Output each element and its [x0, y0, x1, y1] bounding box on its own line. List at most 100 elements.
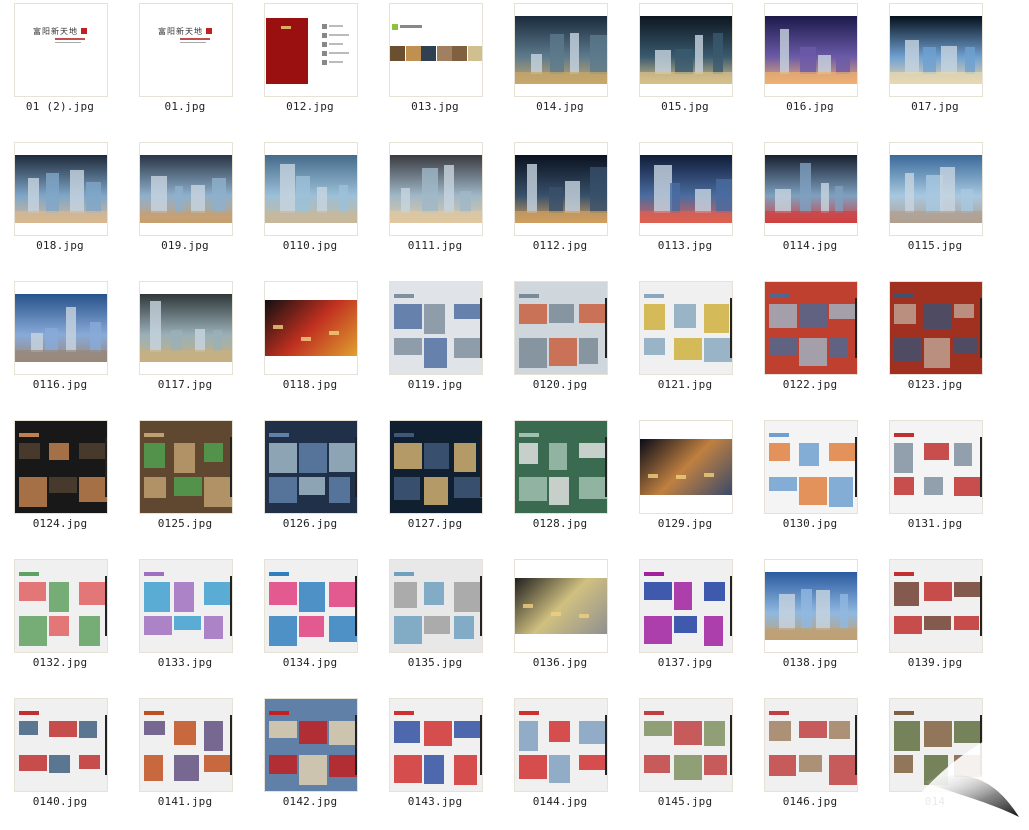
file-name-label: 017.jpg [911, 100, 959, 113]
file-item[interactable]: 0137.jpg [625, 556, 745, 691]
file-item[interactable]: 015.jpg [625, 0, 745, 135]
file-item[interactable]: 019.jpg [125, 139, 245, 274]
thumbnail-frame [764, 420, 858, 514]
thumbnail-frame [389, 698, 483, 792]
file-item[interactable]: 0144.jpg [500, 695, 620, 830]
file-item[interactable]: 0125.jpg [125, 417, 245, 552]
file-name-label: 0117.jpg [157, 378, 213, 391]
thumbnail-image [15, 294, 107, 362]
file-name-label: 01 (2).jpg [25, 100, 95, 113]
file-item[interactable]: 0116.jpg [0, 278, 120, 413]
file-item[interactable]: 0134.jpg [250, 556, 370, 691]
file-item[interactable]: 0113.jpg [625, 139, 745, 274]
thumbnail-image [765, 572, 857, 640]
file-item[interactable]: 0122.jpg [750, 278, 870, 413]
file-item[interactable]: 016.jpg [750, 0, 870, 135]
file-item[interactable]: 0130.jpg [750, 417, 870, 552]
file-item[interactable]: 017.jpg [875, 0, 995, 135]
thumbnail-frame [889, 281, 983, 375]
thumbnail-frame [139, 420, 233, 514]
thumbnail-image [515, 699, 607, 791]
file-item[interactable]: 0135.jpg [375, 556, 495, 691]
thumbnail-image [265, 699, 357, 791]
file-item[interactable]: 0138.jpg [750, 556, 870, 691]
thumbnail-frame [639, 420, 733, 514]
thumbnail-frame [139, 281, 233, 375]
thumbnail-image [15, 560, 107, 652]
file-item[interactable]: 0142.jpg [250, 695, 370, 830]
thumbnail-image [765, 282, 857, 374]
thumbnail-image [140, 294, 232, 362]
thumbnail-frame [139, 142, 233, 236]
file-item[interactable]: 0110.jpg [250, 139, 370, 274]
file-item[interactable]: 0123.jpg [875, 278, 995, 413]
thumbnail-frame [264, 142, 358, 236]
file-name-label: 0126.jpg [282, 517, 338, 530]
file-item[interactable]: 0124.jpg [0, 417, 120, 552]
file-item[interactable]: 0146.jpg [750, 695, 870, 830]
file-item[interactable]: 0120.jpg [500, 278, 620, 413]
thumbnail-image [265, 282, 357, 374]
file-item[interactable]: 013.jpg [375, 0, 495, 135]
thumbnail-image [640, 560, 732, 652]
file-item[interactable]: 0141.jpg [125, 695, 245, 830]
file-item[interactable]: 0114.jpg [750, 139, 870, 274]
file-item[interactable]: 018.jpg [0, 139, 120, 274]
file-item[interactable]: 0112.jpg [500, 139, 620, 274]
file-item[interactable]: 0127.jpg [375, 417, 495, 552]
thumbnail-frame [639, 281, 733, 375]
file-item[interactable]: 0132.jpg [0, 556, 120, 691]
thumbnail-frame [14, 698, 108, 792]
file-item[interactable]: 0126.jpg [250, 417, 370, 552]
file-item[interactable]: 0111.jpg [375, 139, 495, 274]
thumbnail-image [765, 699, 857, 791]
file-name-label: 019.jpg [161, 239, 209, 252]
cover-title: 富阳新天地 [158, 27, 203, 36]
file-item[interactable]: 0145.jpg [625, 695, 745, 830]
file-item[interactable]: 0118.jpg [250, 278, 370, 413]
thumbnail-image [640, 16, 732, 84]
file-name-label: 0121.jpg [657, 378, 713, 391]
thumbnail-image [390, 421, 482, 513]
file-name-label: 0145.jpg [657, 795, 713, 808]
file-item[interactable]: 0136.jpg [500, 556, 620, 691]
file-item[interactable]: 0139.jpg [875, 556, 995, 691]
file-item[interactable]: 0115.jpg [875, 139, 995, 274]
file-name-label: 0142.jpg [282, 795, 338, 808]
file-item[interactable]: 0129.jpg [625, 417, 745, 552]
thumbnail-frame [764, 559, 858, 653]
file-name-label: 0137.jpg [657, 656, 713, 669]
thumbnail-frame [889, 3, 983, 97]
file-name-label: 012.jpg [286, 100, 334, 113]
file-item[interactable]: 014 [875, 695, 995, 830]
file-name-label: 0128.jpg [532, 517, 588, 530]
thumbnail-frame [764, 698, 858, 792]
thumbnail-image [890, 282, 982, 374]
file-item[interactable]: 014.jpg [500, 0, 620, 135]
thumbnail-frame [764, 142, 858, 236]
file-item[interactable]: 0128.jpg [500, 417, 620, 552]
thumbnail-image [140, 699, 232, 791]
file-item[interactable]: 0131.jpg [875, 417, 995, 552]
file-item[interactable]: 0121.jpg [625, 278, 745, 413]
thumbnail-frame [514, 698, 608, 792]
thumbnail-frame [764, 3, 858, 97]
file-name-label: 0114.jpg [782, 239, 838, 252]
file-item[interactable]: 0133.jpg [125, 556, 245, 691]
file-item[interactable]: 富阳新天地 01.jpg [125, 0, 245, 135]
file-item[interactable]: 0143.jpg [375, 695, 495, 830]
thumbnail-image [265, 560, 357, 652]
file-item[interactable]: 0119.jpg [375, 278, 495, 413]
thumbnail-frame [889, 420, 983, 514]
file-item[interactable]: 0140.jpg [0, 695, 120, 830]
thumbnail-image: 富阳新天地 [15, 4, 107, 96]
file-name-label: 0131.jpg [907, 517, 963, 530]
thumbnail-image [140, 560, 232, 652]
file-item[interactable]: 012.jpg [250, 0, 370, 135]
thumbnail-image [765, 155, 857, 223]
thumbnail-image [265, 4, 357, 96]
file-name-label: 0123.jpg [907, 378, 963, 391]
file-name-label: 0122.jpg [782, 378, 838, 391]
file-item[interactable]: 0117.jpg [125, 278, 245, 413]
file-item[interactable]: 富阳新天地 01 (2).jpg [0, 0, 120, 135]
